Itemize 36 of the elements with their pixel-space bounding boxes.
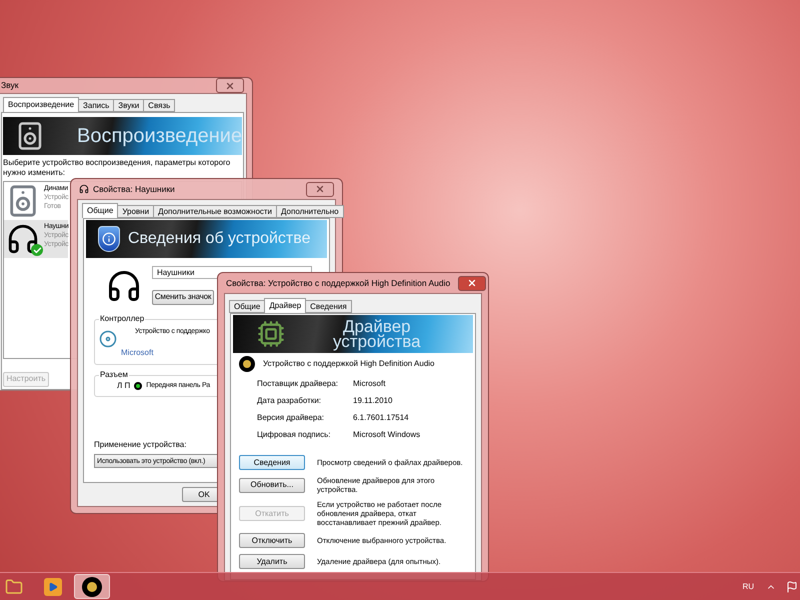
- driver-action-button[interactable]: Обновить...: [239, 478, 305, 492]
- window-title: Свойства: Наушники: [93, 182, 175, 196]
- vendor-link[interactable]: Microsoft: [121, 347, 154, 359]
- group-legend: Разъем: [99, 370, 129, 380]
- banner-title: Сведения об устройстве: [128, 229, 310, 249]
- tab[interactable]: Воспроизведение: [3, 97, 80, 112]
- property-value: 6.1.7601.17514: [353, 412, 410, 424]
- tab[interactable]: Запись: [78, 99, 114, 112]
- property-value: Microsoft: [353, 378, 386, 390]
- property-label: Версия драйвера:: [257, 412, 326, 424]
- window-title: Свойства: Устройство с поддержкой High Definition Audio: [226, 276, 450, 290]
- window-title: Звук: [1, 79, 18, 92]
- tab[interactable]: Уровни: [117, 205, 154, 218]
- driver-action-button[interactable]: Сведения: [239, 455, 305, 470]
- property-value: 19.11.2010: [353, 395, 394, 407]
- usage-label: Применение устройства:: [94, 439, 188, 451]
- tab[interactable]: Общие: [229, 300, 266, 313]
- driver-action-button[interactable]: Отключить: [239, 533, 305, 548]
- tab[interactable]: Звуки: [113, 99, 144, 112]
- device-name: Устройство с поддержкой High Definition Audio: [263, 358, 434, 370]
- property-value: Microsoft Windows: [353, 429, 422, 441]
- tab[interactable]: Дополнительно: [276, 205, 344, 218]
- language-indicator[interactable]: RU: [742, 580, 754, 592]
- property-label: Цифровая подпись:: [257, 429, 332, 441]
- tab[interactable]: Общие: [82, 203, 118, 218]
- tab[interactable]: Связь: [143, 99, 176, 112]
- tab[interactable]: Дополнительные возможности: [153, 205, 278, 218]
- channel-labels: Л П: [117, 380, 130, 392]
- property-label: Дата разработки:: [257, 395, 322, 407]
- driver-action-button[interactable]: Удалить: [239, 554, 305, 569]
- tab[interactable]: Сведения: [305, 300, 352, 313]
- prompt-text: Выберите устройство воспроизведения, параметры которого нужно изменить:: [3, 158, 232, 178]
- property-label: Поставщик драйвера:: [257, 378, 340, 390]
- tab[interactable]: Драйвер: [264, 298, 306, 313]
- change-icon-button[interactable]: Сменить значок: [152, 290, 214, 304]
- group-legend: Контроллер: [99, 314, 146, 324]
